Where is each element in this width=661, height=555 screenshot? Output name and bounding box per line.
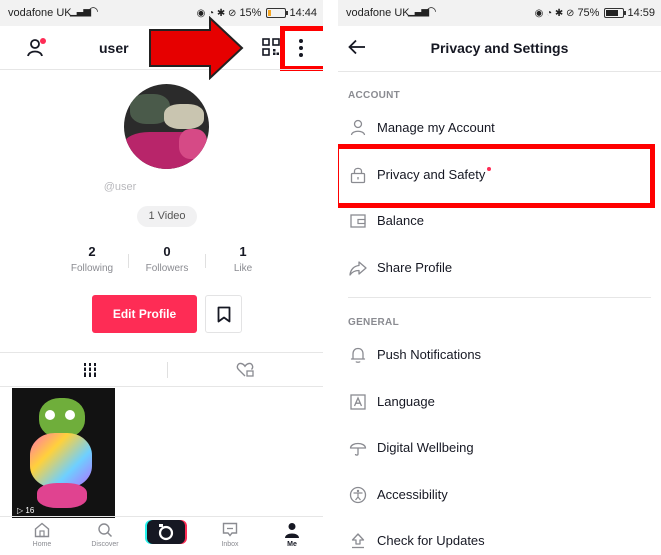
video-thumbnail[interactable]: ▷ 16	[12, 388, 115, 518]
accessibility-icon	[349, 486, 367, 504]
menu-item-label: Privacy and Safety	[377, 167, 486, 182]
edit-profile-button[interactable]: Edit Profile	[92, 295, 197, 333]
status-icons: ◉ ◔ ✱ ⊘	[534, 7, 575, 19]
update-icon	[351, 533, 365, 549]
menu-item-privacy-safety[interactable]: Privacy and Safety	[338, 155, 661, 195]
menu-item-label: Balance	[377, 213, 424, 228]
language-icon	[350, 394, 366, 410]
section-header-account: ACCOUNT	[348, 90, 401, 101]
menu-item-digital-wellbeing[interactable]: Digital Wellbeing	[338, 428, 661, 468]
screen-gap	[323, 0, 338, 555]
nav-discover-label: Discover	[91, 541, 119, 548]
profile-username-title: user	[99, 40, 129, 56]
menu-item-share-profile[interactable]: Share Profile	[338, 248, 661, 288]
tabs-divider-bottom	[0, 386, 323, 387]
nav-me[interactable]: Me	[267, 520, 317, 554]
header-divider	[338, 71, 661, 72]
menu-item-label: Share Profile	[377, 260, 453, 275]
tab-divider	[167, 362, 168, 378]
avatar[interactable]	[124, 84, 209, 169]
nav-divider	[0, 516, 323, 517]
following-label[interactable]: Following	[64, 263, 120, 274]
nav-me-label: Me	[287, 541, 297, 548]
nav-home-label: Home	[32, 541, 52, 548]
stats-divider	[128, 254, 129, 268]
menu-item-label: Manage my Account	[377, 120, 495, 135]
likes-count: 1	[239, 244, 247, 259]
person-icon	[350, 119, 366, 136]
video-count-label: 1 Video	[148, 210, 186, 222]
video-views: ▷ 16	[17, 506, 35, 515]
videos-grid-tab-icon[interactable]	[83, 363, 97, 377]
clock: 14:59	[627, 7, 655, 19]
tabs-divider-top	[0, 352, 323, 353]
menu-item-label-with-badge: Privacy and Safety	[377, 167, 492, 182]
menu-item-manage-account[interactable]: Manage my Account	[338, 108, 661, 148]
share-icon	[349, 261, 367, 276]
menu-item-label: Language	[377, 394, 435, 409]
section-divider	[348, 297, 651, 298]
clock: 14:44	[289, 7, 317, 19]
status-bar: vodafone UK ▁▃▅ ◠ ◉ ◔ ✱ ⊘ 75% 14:59	[338, 0, 661, 26]
video-count-badge: 1 Video	[137, 206, 197, 227]
nav-discover[interactable]: Discover	[80, 520, 130, 554]
followers-count: 0	[163, 244, 171, 259]
nav-inbox[interactable]: Inbox	[205, 520, 255, 554]
menu-item-label: Push Notifications	[377, 347, 482, 362]
menu-item-accessibility[interactable]: Accessibility	[338, 475, 661, 515]
nav-home[interactable]: Home	[17, 520, 67, 554]
camera-icon	[158, 524, 174, 541]
profile-icon	[285, 523, 299, 538]
profile-handle: @user	[103, 181, 137, 193]
profile-screen: vodafone UK ▁▃▅ ◠ ◉ ◔ ✱ ⊘ 15% 14:44 user	[0, 0, 323, 555]
carrier-name: vodafone UK	[8, 7, 72, 19]
video-views-count: 16	[25, 506, 35, 515]
settings-screen: vodafone UK ▁▃▅ ◠ ◉ ◔ ✱ ⊘ 75% 14:59 Priv…	[338, 0, 661, 555]
likes-label: Like	[233, 263, 253, 274]
more-options-icon[interactable]	[297, 38, 305, 58]
inbox-icon	[222, 522, 238, 537]
nav-inbox-label: Inbox	[221, 541, 239, 548]
home-icon	[34, 522, 50, 538]
battery-icon	[266, 8, 289, 18]
nav-create[interactable]	[143, 518, 193, 552]
wallet-icon	[350, 214, 366, 228]
qr-code-icon[interactable]	[262, 38, 280, 56]
menu-item-label: Check for Updates	[377, 533, 485, 548]
wifi-icon: ◠	[426, 4, 437, 18]
favorites-button[interactable]	[205, 295, 242, 333]
followers-label[interactable]: Followers	[139, 263, 195, 274]
edit-profile-label: Edit Profile	[112, 307, 177, 321]
search-icon	[98, 523, 113, 538]
umbrella-icon	[349, 442, 367, 456]
wifi-icon: ◠	[88, 4, 99, 18]
notification-dot	[487, 167, 492, 171]
bookmark-icon	[217, 306, 231, 323]
bell-icon	[350, 347, 366, 363]
add-friend-icon[interactable]	[26, 37, 48, 59]
following-count: 2	[88, 244, 96, 259]
menu-item-push-notifications[interactable]: Push Notifications	[338, 335, 661, 375]
menu-item-language[interactable]: Language	[338, 382, 661, 422]
menu-item-balance[interactable]: Balance	[338, 201, 661, 241]
page-title: Privacy and Settings	[430, 40, 569, 56]
menu-item-label: Accessibility	[377, 487, 448, 502]
menu-item-label: Digital Wellbeing	[377, 440, 474, 455]
annotation-arrow-icon	[149, 16, 244, 80]
carrier-name: vodafone UK	[346, 7, 410, 19]
menu-item-check-updates[interactable]: Check for Updates	[338, 521, 661, 555]
section-header-general: GENERAL	[348, 317, 399, 328]
battery-percent: 75%	[577, 7, 600, 19]
lock-icon	[350, 167, 366, 184]
stats-divider	[205, 254, 206, 268]
battery-icon	[604, 8, 627, 18]
liked-videos-tab-icon[interactable]	[236, 362, 254, 378]
